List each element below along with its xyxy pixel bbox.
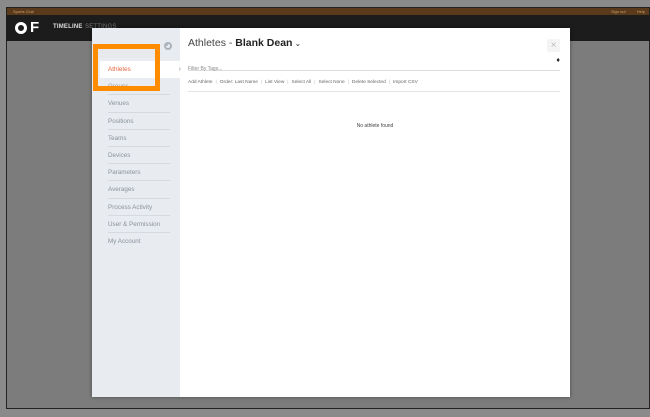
top-links: Sign out Help xyxy=(601,8,645,15)
nav-timeline[interactable]: TIMELINE xyxy=(53,24,83,30)
separator: | xyxy=(388,80,391,85)
sidebar-item-label: Positions xyxy=(108,117,134,125)
sidebar-item-label: Parameters xyxy=(108,169,141,177)
tag-icon[interactable]: ♦ xyxy=(556,57,560,64)
logo[interactable]: F xyxy=(15,20,39,36)
order-last-name-link[interactable]: Order: Last Name xyxy=(220,80,258,85)
filter-row: ♦ xyxy=(188,57,560,74)
sidebar-item-my-account[interactable]: My Account xyxy=(108,233,170,250)
sidebar-item-label: Averages xyxy=(108,186,135,194)
sidebar-item-positions[interactable]: Positions xyxy=(108,113,170,130)
sidebar-item-parameters[interactable]: Parameters xyxy=(108,164,170,182)
sidebar-item-user-permission[interactable]: User & Permission xyxy=(108,216,170,233)
org-name: Sports Club xyxy=(13,9,34,14)
select-all-link[interactable]: Select All xyxy=(292,80,312,85)
action-bar: Add Athlete | Order: Last Name | List View | S… xyxy=(188,80,560,92)
close-icon[interactable]: × xyxy=(547,39,560,52)
filter-tags-input[interactable] xyxy=(188,64,528,74)
separator: | xyxy=(215,80,217,85)
delete-selected-link[interactable]: Delete Selected xyxy=(352,80,386,85)
sidebar-item-label: My Account xyxy=(108,237,141,245)
separator: | xyxy=(314,80,316,85)
top-strip: Sports Club Sign out Help xyxy=(7,8,649,15)
highlight-annotation xyxy=(93,44,160,91)
sidebar-item-venues[interactable]: Venues xyxy=(108,95,170,113)
gear-icon[interactable] xyxy=(164,42,172,50)
sidebar-item-label: Process Activity xyxy=(108,203,153,211)
help-link[interactable]: Help xyxy=(637,9,645,14)
sidebar-item-label: Devices xyxy=(108,151,131,159)
title-prefix: Athletes - xyxy=(188,37,236,49)
sidebar-item-teams[interactable]: Teams xyxy=(108,130,170,147)
select-none-link[interactable]: Select None xyxy=(319,80,345,85)
list-view-link[interactable]: List View xyxy=(265,80,284,85)
separator: | xyxy=(260,80,263,85)
page-title[interactable]: Athletes - Blank Dean ⌄ xyxy=(188,37,301,49)
sidebar-item-label: Venues xyxy=(108,100,130,108)
signout-link[interactable]: Sign out xyxy=(611,9,626,14)
separator: | xyxy=(287,80,289,85)
empty-message: No athlete found xyxy=(356,123,394,129)
logo-f-icon: F xyxy=(30,19,40,36)
add-athlete-link[interactable]: Add Athlete xyxy=(188,80,213,85)
sidebar-item-label: Teams xyxy=(108,134,127,142)
settings-modal: Athletes › Groups Venues Positions Teams… xyxy=(92,28,570,397)
sidebar-item-devices[interactable]: Devices xyxy=(108,147,170,165)
import-csv-link[interactable]: Import CSV xyxy=(393,80,418,85)
main-panel: Athletes - Blank Dean⌄ × ♦ Add Athlete|O… xyxy=(180,28,570,397)
sidebar-item-averages[interactable]: Averages xyxy=(108,181,170,199)
separator: | xyxy=(347,80,349,85)
logo-o-icon xyxy=(15,22,27,34)
title-name: Blank Dean xyxy=(235,37,293,49)
chevron-down-icon[interactable]: ⌄ xyxy=(294,39,301,48)
sidebar-item-process-activity[interactable]: Process Activity xyxy=(108,199,170,216)
sidebar-item-label: User & Permission xyxy=(108,220,161,228)
